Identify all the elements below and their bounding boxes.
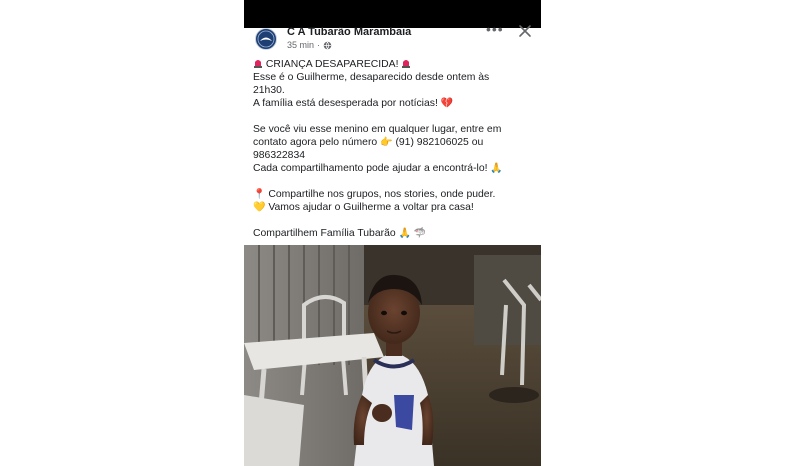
page-name[interactable]: C A Tubarão Marambaia <box>287 26 411 38</box>
line-2: Esse é o Guilherme, desaparecido desde o… <box>253 72 490 83</box>
siren-icon <box>254 60 262 68</box>
more-icon[interactable]: ••• <box>486 22 504 36</box>
post-photo[interactable] <box>244 245 541 466</box>
line-3: 21h30. <box>253 85 285 96</box>
line-4: A família está desesperada por notícias!… <box>253 98 454 109</box>
close-icon[interactable] <box>518 24 532 38</box>
phone-number-2[interactable]: 986322834 <box>253 149 535 162</box>
line-title: CRIANÇA DESAPARECIDA! <box>253 58 535 71</box>
line-8: Cada compartilhamento pode ajudar a enco… <box>253 163 503 174</box>
shark-icon: 🦈 <box>413 228 427 239</box>
line-5: Se você viu esse menino em qualquer luga… <box>253 124 502 135</box>
praying-hands-icon: 🙏 <box>398 228 411 239</box>
line-10: 💛 Vamos ajudar o Guilherme a voltar pra … <box>253 202 474 213</box>
broken-heart-icon: 💔 <box>440 98 454 109</box>
line-11: Compartilhem Família Tubarão 🙏 🦈 <box>253 228 427 239</box>
pointing-hand-icon: 👉 <box>380 137 393 148</box>
post-meta: 35 min · <box>287 40 332 50</box>
page-avatar[interactable] <box>255 28 277 50</box>
praying-hands-icon: 🙏 <box>490 163 503 174</box>
globe-icon <box>323 41 332 49</box>
yellow-heart-icon: 💛 <box>253 202 266 213</box>
post-body: CRIANÇA DESAPARECIDA! Esse é o Guilherme… <box>253 58 535 240</box>
line-9: 📍 Compartilhe nos grupos, nos stories, o… <box>253 189 496 200</box>
pin-icon: 📍 <box>253 189 266 200</box>
line-6: contato agora pelo número 👉 (91) 9821060… <box>253 137 484 148</box>
phone-number-1[interactable]: (91) 982106025 ou <box>395 137 483 148</box>
post-time[interactable]: 35 min <box>287 40 314 50</box>
post-header: C A Tubarão Marambaia 35 min · ••• <box>244 22 541 58</box>
facebook-post-screen: C A Tubarão Marambaia 35 min · ••• CRIAN… <box>244 0 541 466</box>
siren-icon <box>402 60 411 68</box>
